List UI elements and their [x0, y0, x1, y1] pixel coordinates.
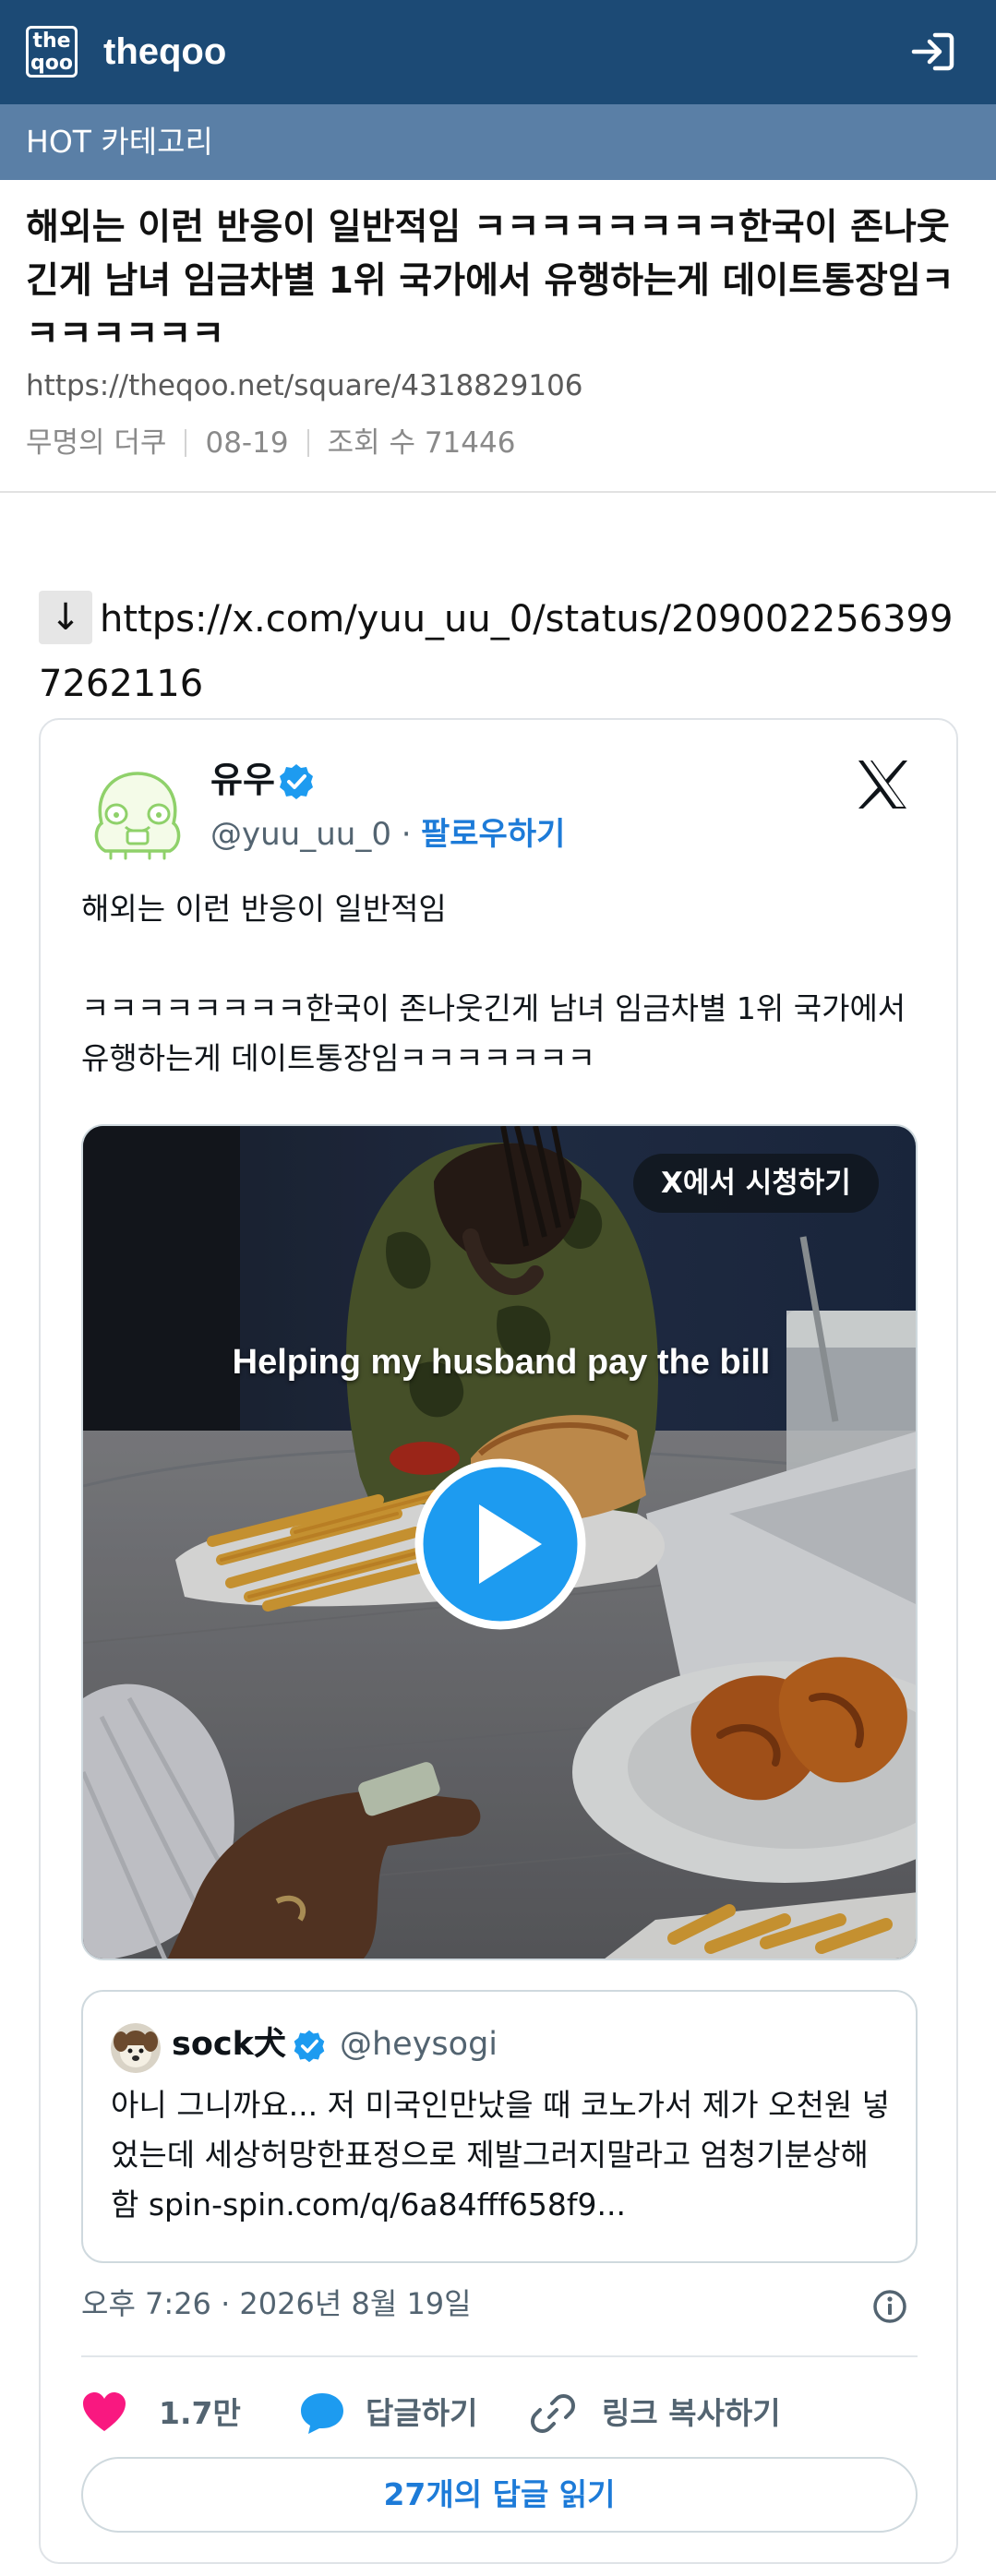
handle-text: @yuu_uu_0 [210, 816, 391, 853]
down-arrow-icon: ↓ [39, 591, 92, 644]
verified-badge-icon [280, 764, 313, 799]
tweet-text: 해외는 이런 반응이 일반적임 ㅋㅋㅋㅋㅋㅋㅋㅋ한국이 존나웃긴게 남녀 임금차… [81, 891, 906, 1076]
tweet-author-name[interactable]: 유우 [210, 757, 275, 803]
post-author: 무명의 더쿠 [26, 426, 167, 460]
copy-link-button[interactable]: 링크 복사하기 [530, 2372, 807, 2455]
x-logo-icon[interactable] [855, 757, 910, 812]
meta-separator [185, 429, 187, 457]
reply-label: 답글하기 [366, 2395, 478, 2431]
tweet-author-handle[interactable]: @yuu_uu_0 · [210, 812, 412, 857]
post-date: 08-19 [205, 426, 289, 460]
quote-author-name: sock犬 [172, 2026, 286, 2063]
tweet-actions: 1.7만 답글하기 링크 복사하기 [81, 2372, 918, 2455]
play-icon[interactable] [413, 1456, 588, 1632]
post-views: 조회 수 71446 [327, 426, 516, 460]
handle-separator: · [390, 816, 412, 853]
speech-bubble-icon [301, 2393, 343, 2434]
header-divider [0, 491, 996, 493]
tweet-video[interactable]: X에서 시청하기 Helping my husband pay the bill [81, 1124, 918, 1960]
meta-separator [306, 429, 309, 457]
follow-button[interactable]: 팔로우하기 [421, 812, 565, 857]
like-button[interactable]: 1.7만 [81, 2372, 266, 2455]
author-avatar[interactable] [85, 766, 190, 862]
logo-line-1: the [32, 30, 71, 53]
post-meta: 무명의 더쿠 08-19 조회 수 71446 [26, 423, 515, 463]
tweet-timestamp[interactable]: 오후 7:26 · 2026년 8월 19일 [81, 2280, 472, 2328]
read-replies-button[interactable]: 27개의 답글 읽기 [81, 2457, 918, 2533]
copy-link-label: 링크 복사하기 [602, 2395, 781, 2431]
post-title: 해외는 이런 반응이 일반적임 ㅋㅋㅋㅋㅋㅋㅋㅋ한국이 존나웃긴게 남녀 임금차… [26, 207, 954, 355]
link-icon [531, 2394, 575, 2433]
info-icon[interactable] [871, 2288, 908, 2325]
tweet-link[interactable]: https://x.com/yuu_uu_0/status/2090022563… [39, 598, 953, 705]
category-bar[interactable]: HOT 카테고리 [0, 104, 996, 180]
watch-on-x-button[interactable]: X에서 시청하기 [633, 1154, 879, 1213]
login-arrow-icon[interactable] [909, 30, 955, 73]
reply-button[interactable]: 답글하기 [299, 2372, 502, 2455]
quote-author-avatar [111, 2023, 161, 2073]
quote-verified-badge-icon [294, 2030, 325, 2063]
category-label: HOT 카테고리 [26, 124, 213, 160]
stats-divider [81, 2355, 918, 2357]
heart-icon [83, 2392, 126, 2431]
quote-tweet[interactable]: sock犬 @heysogi 아니 그니까요... 저 미국인만났을 때 코노가… [81, 1990, 918, 2263]
post-url[interactable]: https://theqoo.net/square/4318829106 [26, 365, 583, 406]
like-count: 1.7만 [159, 2395, 241, 2431]
tweet-embed[interactable]: 유우 @yuu_uu_0 · 팔로우하기 해외는 이런 반응이 일반적임 ㅋㅋㅋ… [39, 718, 958, 2564]
top-bar: the qoo theqoo [0, 0, 996, 104]
quote-author-handle: @heysogi [340, 2026, 498, 2063]
theqoo-logo[interactable]: the qoo [26, 26, 78, 78]
video-caption: Helping my husband pay the bill [232, 1343, 771, 1382]
quote-text: 아니 그니까요... 저 미국인만났을 때 코노가서 제가 오천원 넣었는데 세… [111, 2087, 891, 2223]
body-link-line: ↓ https://x.com/yuu_uu_0/status/209002256… [39, 587, 962, 716]
logo-line-2: qoo [30, 52, 73, 75]
site-name[interactable]: theqoo [103, 28, 226, 76]
